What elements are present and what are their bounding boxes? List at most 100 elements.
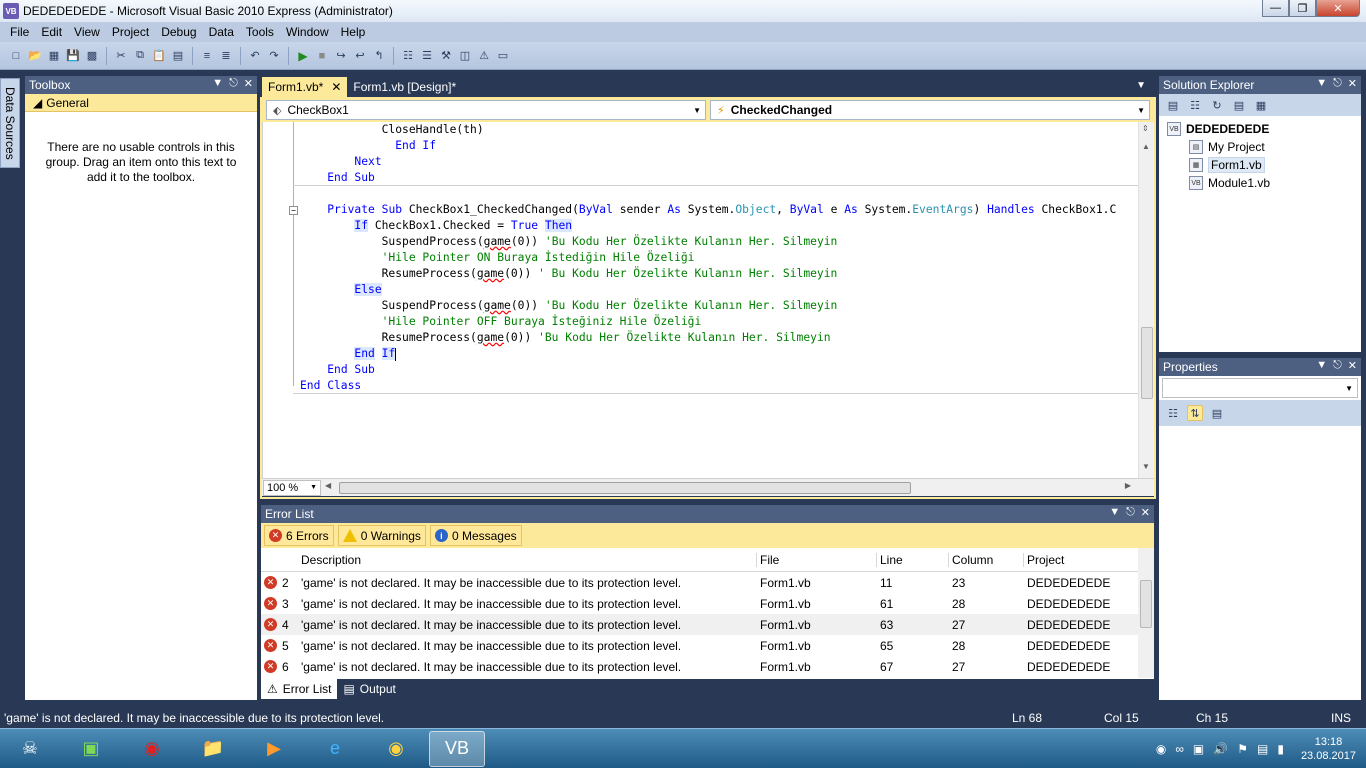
tab-output[interactable]: ▤ Output — [337, 679, 401, 699]
tab-error-list[interactable]: ⚠ Error List — [261, 679, 338, 699]
file-explorer-icon[interactable]: 📁 — [185, 731, 241, 767]
menu-help[interactable]: Help — [335, 25, 372, 39]
tree-node-project[interactable]: VB DEDEDEDEDE — [1167, 120, 1361, 138]
column-header-column[interactable]: Column — [949, 552, 1024, 567]
scroll-left-icon[interactable]: ◀ — [325, 481, 331, 490]
link-icon[interactable]: ∞ — [1175, 742, 1184, 756]
new-project-icon[interactable]: □ — [8, 48, 24, 64]
error-list-icon[interactable]: ⚠ — [476, 48, 492, 64]
output-icon[interactable]: ▭ — [495, 48, 511, 64]
close-tab-icon[interactable]: ✕ — [331, 80, 341, 94]
vb-app-icon[interactable]: VB — [3, 3, 19, 19]
find-icon[interactable]: ▤ — [170, 48, 186, 64]
scroll-right-icon[interactable]: ▶ — [1125, 481, 1131, 490]
split-icon[interactable]: ⇕ — [1142, 124, 1149, 133]
start-button[interactable]: ☠ — [2, 731, 58, 767]
open-file-icon[interactable]: 📂 — [27, 48, 43, 64]
visual-basic-taskbar-icon[interactable]: VB — [429, 730, 485, 767]
scroll-up-icon[interactable]: ▲ — [1142, 142, 1150, 151]
show-all-files-icon[interactable]: ☷ — [1187, 97, 1203, 113]
minimize-button[interactable]: — — [1262, 0, 1289, 17]
close-button[interactable]: ✕ — [1316, 0, 1360, 17]
view-designer-icon[interactable]: ▦ — [1253, 97, 1269, 113]
document-list-dropdown-icon[interactable]: ▼ — [1136, 80, 1146, 91]
camtasia-tray-icon[interactable]: ▣ — [1193, 742, 1204, 756]
pin-icon[interactable]: ⎋ — [229, 77, 238, 90]
table-row[interactable]: ✕ 6 'game' is not declared. It may be ina… — [261, 656, 1154, 677]
view-code-icon[interactable]: ▤ — [1231, 97, 1247, 113]
start-debugging-icon[interactable]: ▶ — [295, 48, 311, 64]
tree-node-module1[interactable]: VB Module1.vb — [1167, 174, 1361, 192]
scroll-thumb[interactable] — [339, 481, 911, 494]
menu-debug[interactable]: Debug — [155, 25, 202, 39]
menu-view[interactable]: View — [68, 25, 106, 39]
close-icon[interactable]: ✕ — [244, 77, 253, 90]
panel-dropdown-icon[interactable]: ▼ — [212, 77, 223, 90]
messages-filter-button[interactable]: i 0 Messages — [429, 525, 522, 546]
table-row[interactable]: ✕ 4 'game' is not declared. It may be ina… — [261, 614, 1154, 635]
properties-object-combo[interactable]: ▼ — [1159, 376, 1361, 400]
table-row[interactable]: ✕ 2 'game' is not declared. It may be ina… — [261, 572, 1154, 593]
undo-icon[interactable]: ↶ — [247, 48, 263, 64]
battery-icon[interactable]: ▮ — [1277, 742, 1284, 756]
panel-dropdown-icon[interactable]: ▼ — [1316, 359, 1327, 372]
panel-dropdown-icon[interactable]: ▼ — [1109, 506, 1120, 519]
table-row[interactable]: ✕ 3 'game' is not declared. It may be ina… — [261, 593, 1154, 614]
code-editor[interactable]: CloseHandle(th) End If Next End Sub − Pr… — [262, 122, 1154, 478]
stop-debugging-icon[interactable]: ■ — [314, 48, 330, 64]
categorized-icon[interactable]: ☷ — [1165, 405, 1181, 421]
chrome-icon[interactable]: ◉ — [368, 731, 424, 767]
column-header-description[interactable]: Description — [298, 552, 757, 567]
error-list-scrollbar[interactable] — [1138, 548, 1154, 678]
tab-form1-design[interactable]: Form1.vb [Design]* — [347, 77, 462, 97]
uncomment-icon[interactable]: ≣ — [218, 48, 234, 64]
media-player-icon[interactable]: ▶ — [246, 731, 302, 767]
cut-icon[interactable]: ✂ — [113, 48, 129, 64]
volume-icon[interactable]: 🔊 — [1213, 742, 1228, 756]
menu-tools[interactable]: Tools — [240, 25, 280, 39]
menu-window[interactable]: Window — [280, 25, 335, 39]
menu-data[interactable]: Data — [203, 25, 240, 39]
network-icon[interactable]: ▤ — [1257, 742, 1268, 756]
object-selector[interactable]: ▼ — [1162, 378, 1358, 398]
solution-explorer-icon[interactable]: ☷ — [400, 48, 416, 64]
zoom-combo[interactable]: 100 % ▼ — [263, 479, 321, 496]
errors-filter-button[interactable]: ✕ 6 Errors — [264, 525, 334, 546]
refresh-icon[interactable]: ↻ — [1209, 97, 1225, 113]
menu-file[interactable]: File — [4, 25, 35, 39]
editor-vertical-scrollbar[interactable]: ⇕ ▲ ▼ — [1138, 122, 1154, 478]
comment-icon[interactable]: ≡ — [199, 48, 215, 64]
save-icon[interactable]: 💾 — [65, 48, 81, 64]
flag-icon[interactable]: ⚑ — [1237, 742, 1248, 756]
clock[interactable]: 13:18 23.08.2017 — [1301, 735, 1356, 763]
collapse-icon[interactable]: − — [289, 206, 298, 215]
data-sources-tab[interactable]: Data Sources — [0, 78, 20, 168]
toolbox-group-general[interactable]: ◢ General — [25, 94, 257, 112]
tree-node-form1[interactable]: ▦ Form1.vb — [1167, 156, 1361, 174]
paste-icon[interactable]: 📋 — [151, 48, 167, 64]
scroll-thumb[interactable] — [1141, 327, 1153, 399]
tools-icon[interactable]: ⚒ — [438, 48, 454, 64]
copy-icon[interactable]: ⧉ — [132, 48, 148, 64]
menu-project[interactable]: Project — [106, 25, 155, 39]
toolbox-icon[interactable]: ◫ — [457, 48, 473, 64]
add-item-icon[interactable]: ▦ — [46, 48, 62, 64]
game-app-icon[interactable]: ◉ — [124, 731, 180, 767]
step-into-icon[interactable]: ↪ — [333, 48, 349, 64]
event-combo[interactable]: ⚡ CheckedChanged ▼ — [710, 100, 1150, 120]
scroll-down-icon[interactable]: ▼ — [1142, 462, 1150, 471]
scroll-thumb[interactable] — [1140, 580, 1152, 628]
property-pages-icon[interactable]: ▤ — [1209, 405, 1225, 421]
restore-button[interactable]: ❐ — [1289, 0, 1316, 17]
pin-icon[interactable]: ⎋ — [1333, 359, 1342, 372]
properties-icon[interactable]: ▤ — [1165, 97, 1181, 113]
redo-icon[interactable]: ↷ — [266, 48, 282, 64]
pin-icon[interactable]: ⎋ — [1333, 77, 1342, 90]
internet-explorer-icon[interactable]: e — [307, 731, 363, 767]
alphabetical-icon[interactable]: ⇅ — [1187, 405, 1203, 421]
column-header-project[interactable]: Project — [1024, 553, 1138, 567]
editor-horizontal-scrollbar[interactable]: ◀ ▶ — [325, 481, 1131, 495]
object-combo[interactable]: ⬖ CheckBox1 ▼ — [266, 100, 706, 120]
pin-icon[interactable]: ⎋ — [1126, 506, 1135, 519]
table-row[interactable]: ✕ 5 'game' is not declared. It may be ina… — [261, 635, 1154, 656]
